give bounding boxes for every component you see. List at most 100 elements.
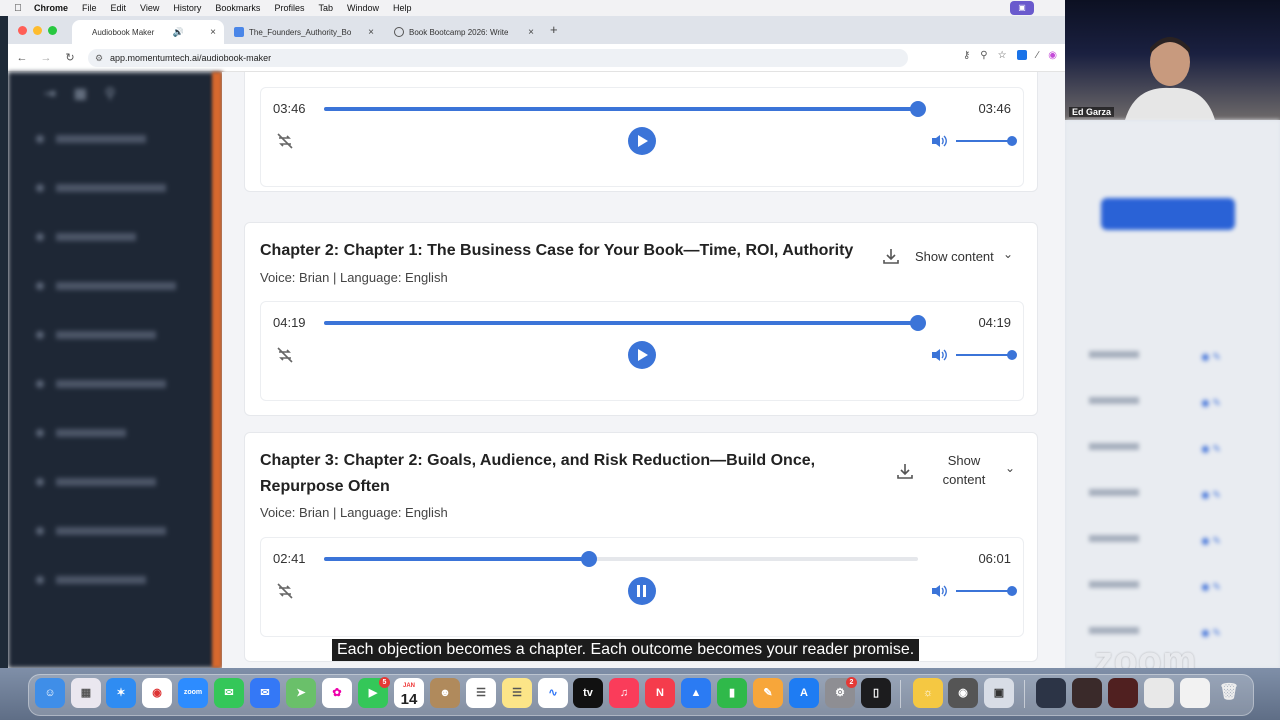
news-icon[interactable]: N [645, 678, 675, 708]
site-info-icon[interactable]: ⚙ [95, 49, 103, 67]
music-icon[interactable]: ♫ [609, 678, 639, 708]
view-edit-icons[interactable]: ◉ ✎ [1201, 628, 1231, 640]
finder-icon[interactable]: ☺ [35, 678, 65, 708]
menu-edit[interactable]: Edit [111, 3, 127, 13]
mail-icon[interactable]: ✉ [250, 678, 280, 708]
menu-bookmarks[interactable]: Bookmarks [215, 3, 260, 13]
chevron-down-icon[interactable]: ⌄ [1005, 461, 1015, 475]
sidebar-item[interactable] [8, 506, 222, 555]
menu-history[interactable]: History [173, 3, 201, 13]
close-tab-icon[interactable]: × [210, 27, 216, 38]
progress-knob[interactable] [910, 101, 926, 117]
recent-document-4[interactable] [1144, 678, 1174, 708]
menu-app-name[interactable]: Chrome [34, 3, 68, 13]
volume-slider[interactable] [956, 586, 1017, 596]
pause-button[interactable] [628, 577, 656, 605]
bookmark-star-icon[interactable]: ☆ [998, 50, 1007, 61]
trash-icon[interactable]: 🗑 [1214, 678, 1244, 708]
maps-icon[interactable]: ➤ [286, 678, 316, 708]
new-tab-button[interactable]: + [550, 22, 558, 37]
recent-document-2[interactable] [1072, 678, 1102, 708]
sidebar-item[interactable] [8, 408, 222, 457]
volume-knob[interactable] [1007, 350, 1017, 360]
repeat-off-icon[interactable] [275, 345, 295, 365]
sidebar-item[interactable] [8, 555, 222, 604]
recent-document-1[interactable] [1036, 678, 1066, 708]
url-field[interactable]: ⚙ app.momentumtech.ai/audiobook-maker [88, 49, 908, 67]
facetime-icon[interactable]: ▶ 5 [358, 677, 390, 708]
view-edit-icons[interactable]: ◉ ✎ [1201, 582, 1231, 594]
screen-share-icon[interactable]: ▣ [1010, 1, 1034, 15]
progress-knob[interactable] [580, 551, 597, 567]
search-icon[interactable]: ⚲ [105, 85, 115, 102]
sidebar-item[interactable] [8, 310, 222, 359]
pages-icon[interactable]: ✎ [753, 678, 783, 708]
chevron-down-icon[interactable]: ⌄ [1003, 247, 1013, 261]
tab-book-bootcamp[interactable]: Book Bootcamp 2026: Write × [386, 20, 542, 44]
download-icon[interactable] [881, 246, 901, 266]
numbers-icon[interactable]: ▮ [717, 678, 747, 708]
apple-tv-icon[interactable]: tv [573, 678, 603, 708]
back-arrow-icon[interactable]: ← [10, 52, 34, 64]
progress-knob[interactable] [910, 315, 926, 331]
reminders-icon[interactable]: ☰ [466, 678, 496, 708]
play-button[interactable] [628, 341, 656, 369]
view-edit-icons[interactable]: ◉ ✎ [1201, 444, 1231, 456]
preview-icon[interactable]: ▣ [984, 678, 1014, 708]
iphone-mirroring-icon[interactable]: ▯ [861, 678, 891, 708]
keynote-icon[interactable]: ▲ [681, 678, 711, 708]
freeform-icon[interactable]: ∿ [538, 678, 568, 708]
sidebar-item[interactable] [8, 163, 222, 212]
chrome-icon[interactable]: ◉ [142, 678, 172, 708]
menu-view[interactable]: View [140, 3, 159, 13]
close-tab-icon[interactable]: × [528, 27, 534, 38]
sidebar-item[interactable] [8, 457, 222, 506]
zoom-window-button[interactable] [48, 26, 57, 35]
zoom-app-icon[interactable]: zoom [178, 678, 208, 708]
notes-icon[interactable]: ☰ [502, 678, 532, 708]
menu-tab[interactable]: Tab [318, 3, 333, 13]
photos-icon[interactable]: ✿ [322, 678, 352, 708]
forward-arrow-icon[interactable]: → [34, 52, 58, 64]
sidebar-toggle-icon[interactable]: ⇥ [44, 85, 56, 102]
key-icon[interactable]: ⚷ [963, 50, 970, 61]
menu-profiles[interactable]: Profiles [274, 3, 304, 13]
tab-audiobook-maker[interactable]: Audiobook Maker 🔊 × [72, 20, 224, 44]
menu-window[interactable]: Window [347, 3, 379, 13]
profile-icon[interactable]: ◉ [1048, 50, 1057, 61]
sidebar-item[interactable] [8, 212, 222, 261]
view-edit-icons[interactable]: ◉ ✎ [1201, 536, 1231, 548]
volume-slider[interactable] [956, 350, 1017, 360]
code-extension-icon[interactable]: ∕ [1037, 50, 1039, 61]
tips-icon[interactable]: ☼ [913, 678, 943, 708]
volume-knob[interactable] [1007, 136, 1017, 146]
view-edit-icons[interactable]: ◉ ✎ [1201, 398, 1231, 410]
launchpad-icon[interactable]: ▦ [71, 678, 101, 708]
repeat-off-icon[interactable] [275, 131, 295, 151]
download-icon[interactable] [895, 461, 915, 481]
menu-file[interactable]: File [82, 3, 97, 13]
menu-help[interactable]: Help [393, 3, 412, 13]
show-content-button[interactable]: Show content [915, 247, 994, 266]
sidebar-item[interactable] [8, 359, 222, 408]
close-tab-icon[interactable]: × [368, 27, 374, 38]
sidebar-item[interactable] [8, 261, 222, 310]
show-content-button[interactable]: Show content [927, 451, 1001, 489]
sidebar-item[interactable] [8, 114, 222, 163]
view-edit-icons[interactable]: ◉ ✎ [1201, 352, 1231, 364]
play-button[interactable] [628, 127, 656, 155]
extension-icon[interactable] [1016, 50, 1027, 60]
create-audiobook-button[interactable] [1101, 198, 1235, 230]
close-window-button[interactable] [18, 26, 27, 35]
participant-video[interactable]: Ed Garza [1065, 0, 1280, 120]
volume-slider[interactable] [956, 136, 1017, 146]
view-edit-icons[interactable]: ◉ ✎ [1201, 490, 1231, 502]
progress-slider[interactable] [324, 551, 918, 567]
contacts-icon[interactable]: ☻ [430, 678, 460, 708]
minimize-window-button[interactable] [33, 26, 42, 35]
safari-icon[interactable]: ✶ [106, 678, 136, 708]
recent-document-3[interactable] [1108, 678, 1138, 708]
progress-slider[interactable] [324, 315, 926, 331]
volume-icon[interactable] [930, 132, 948, 150]
tab-founders-authority[interactable]: The_Founders_Authority_Bo × [226, 20, 382, 44]
